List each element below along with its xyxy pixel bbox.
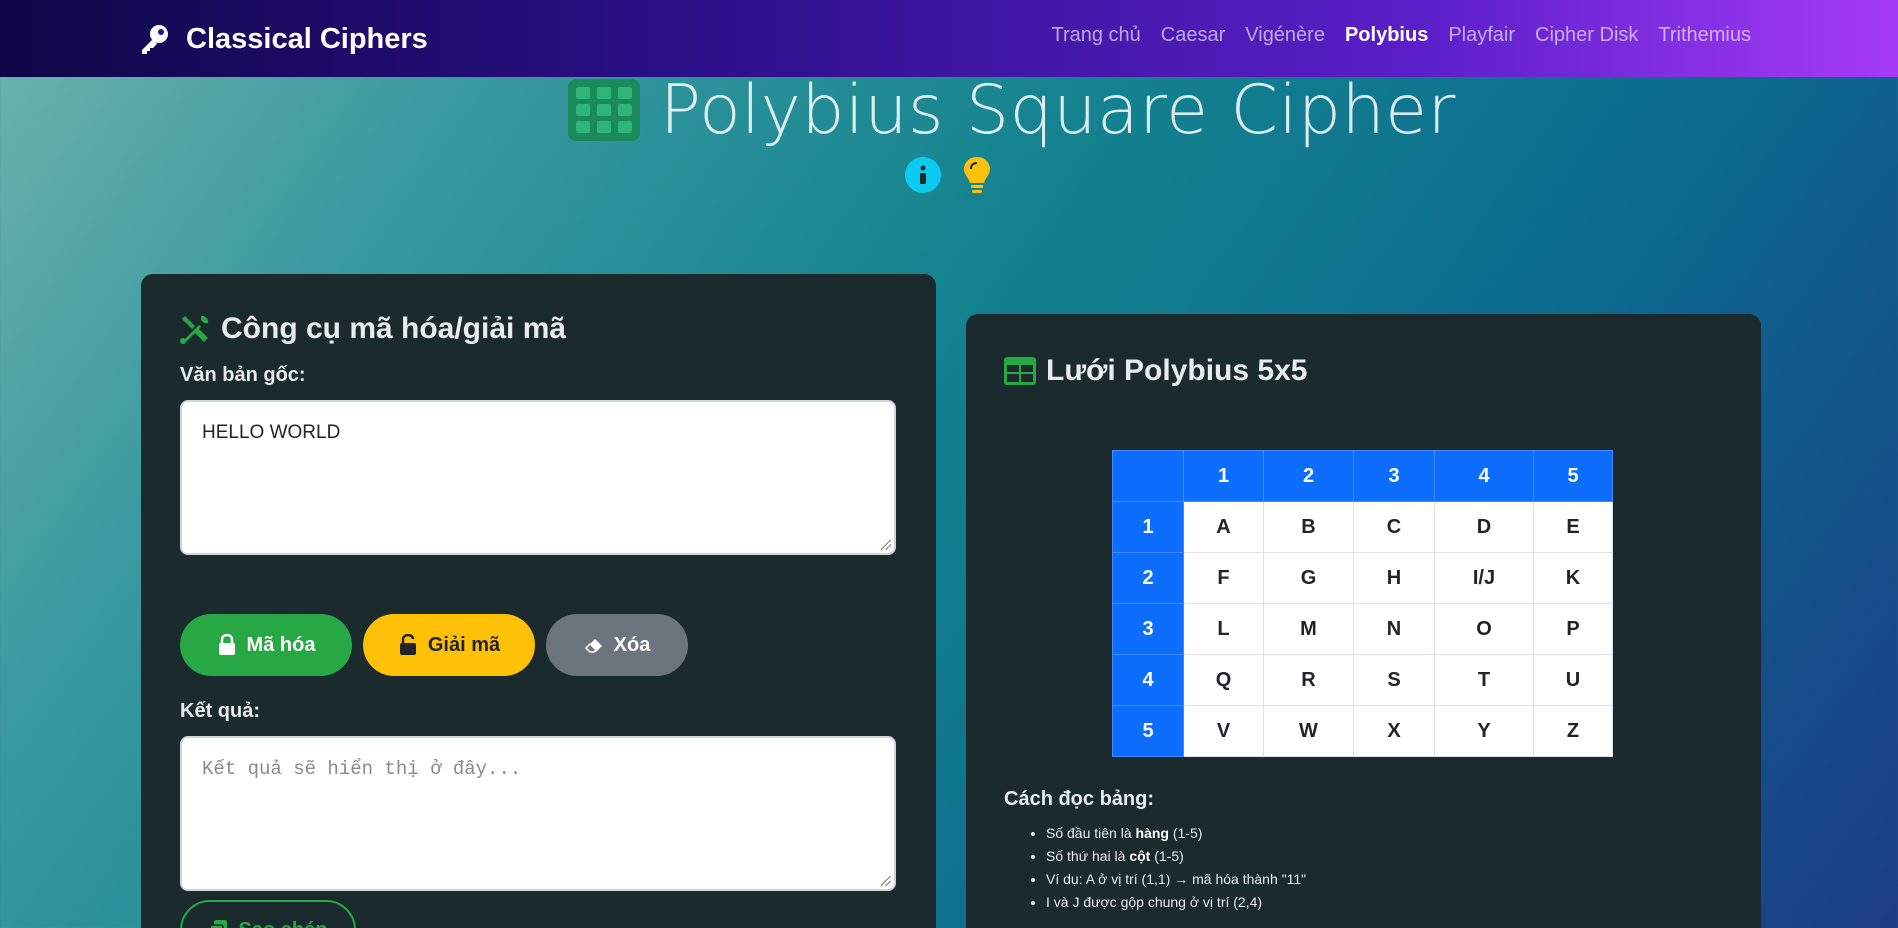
copy-icon (208, 920, 227, 928)
grid-row-header: 3 (1112, 603, 1184, 655)
grid-row-header: 2 (1112, 552, 1184, 604)
encrypt-label: Mã hóa (246, 633, 316, 656)
howto-title: Cách đọc bảng: (1004, 788, 1155, 810)
grid-cell: G (1263, 552, 1354, 604)
grid-cell: U (1533, 654, 1613, 706)
grid-header-row: 1 2 3 4 5 (1112, 450, 1613, 502)
resize-grip[interactable] (881, 540, 891, 550)
grid-cell: W (1263, 705, 1354, 757)
plaintext-value: HELLO WORLD (202, 422, 341, 443)
table-icon (568, 79, 640, 141)
howto-item: Ví dụ: A ở vị trí (1,1) → mã hóa thành "… (1046, 868, 1306, 891)
grid-cell: D (1434, 501, 1534, 553)
grid-cell: Q (1183, 654, 1264, 706)
grid-row: 1 A B C D E (1112, 501, 1613, 553)
nav-links: Trang chủ Caesar Vigénère Polybius Playf… (1051, 24, 1751, 47)
input-label: Văn bản gốc: (180, 364, 306, 386)
grid-cell: M (1263, 603, 1354, 655)
grid-cell: I/J (1434, 552, 1534, 604)
nav-link-trithemius[interactable]: Trithemius (1658, 24, 1751, 47)
tool-title: Công cụ mã hóa/giải mã (179, 312, 566, 346)
grid-cell: E (1533, 501, 1613, 553)
lock-icon (218, 634, 235, 655)
grid-col-header: 3 (1353, 450, 1435, 502)
grid-cell: P (1533, 603, 1613, 655)
tool-title-text: Công cụ mã hóa/giải mã (221, 312, 567, 345)
clear-label: Xóa (613, 633, 651, 656)
result-output[interactable]: Kết quả sẽ hiển thị ở đây... (180, 736, 896, 891)
grid-cell: R (1263, 654, 1354, 706)
grid-col-header: 1 (1183, 450, 1264, 502)
grid-cell: Y (1434, 705, 1534, 757)
brand[interactable]: Classical Ciphers (138, 20, 428, 58)
grid-row: 2 F G H I/J K (1112, 552, 1613, 604)
cipher-tool-card: Công cụ mã hóa/giải mã Văn bản gốc: HELL… (141, 274, 936, 928)
grid-cell: Z (1533, 705, 1613, 757)
grid-cell: F (1183, 552, 1264, 604)
grid-cell: C (1353, 501, 1435, 553)
grid-col-header: 5 (1533, 450, 1613, 502)
encrypt-button[interactable]: Mã hóa (180, 614, 352, 676)
howto-item: I và J được gộp chung ở vị trí (2,4) (1046, 891, 1306, 914)
header-icons (905, 155, 993, 195)
grid-cell: H (1353, 552, 1435, 604)
grid-cell: B (1263, 501, 1354, 553)
result-placeholder: Kết quả sẽ hiển thị ở đây... (202, 758, 522, 780)
plaintext-input[interactable]: HELLO WORLD (180, 400, 896, 555)
grid-title-text: Lưới Polybius 5x5 (1046, 354, 1308, 387)
lightbulb-icon[interactable] (961, 155, 993, 195)
grid-cell: X (1353, 705, 1435, 757)
unlock-icon (399, 634, 416, 655)
nav-link-home[interactable]: Trang chủ (1051, 24, 1140, 47)
grid-col-header: 4 (1434, 450, 1534, 502)
page-title: Polybius Square Cipher (660, 70, 1456, 150)
grid-row-header: 4 (1112, 654, 1184, 706)
tools-icon (180, 315, 209, 344)
grid-cell: T (1434, 654, 1534, 706)
howto-item: Số thứ hai là cột (1-5) (1046, 845, 1306, 868)
resize-grip[interactable] (881, 876, 891, 886)
brand-name: Classical Ciphers (186, 22, 428, 55)
grid-corner (1112, 450, 1184, 502)
grid-table-icon (1004, 357, 1036, 385)
howto-item: Số đầu tiên là hàng (1-5) (1046, 822, 1306, 845)
grid-cell: L (1183, 603, 1264, 655)
nav-link-playfair[interactable]: Playfair (1448, 24, 1515, 47)
key-icon (142, 25, 168, 54)
grid-row-header: 1 (1112, 501, 1184, 553)
page-header: Polybius Square Cipher (568, 70, 1456, 150)
grid-cell: K (1533, 552, 1613, 604)
grid-title: Lưới Polybius 5x5 (1004, 354, 1307, 388)
nav-link-polybius[interactable]: Polybius (1345, 24, 1428, 47)
result-label: Kết quả: (180, 700, 260, 722)
copy-button[interactable]: Sao chép (180, 900, 356, 928)
grid-cell: N (1353, 603, 1435, 655)
grid-row: 5 V W X Y Z (1112, 705, 1613, 757)
nav-link-caesar[interactable]: Caesar (1161, 24, 1225, 47)
howto-list: Số đầu tiên là hàng (1-5) Số thứ hai là … (1046, 822, 1306, 914)
grid-cell: V (1183, 705, 1264, 757)
grid-col-header: 2 (1263, 450, 1354, 502)
nav-link-cipher-disk[interactable]: Cipher Disk (1535, 24, 1638, 47)
grid-cell: O (1434, 603, 1534, 655)
polybius-grid-card: Lưới Polybius 5x5 1 2 3 4 5 1 A B C D E … (966, 314, 1761, 928)
grid-cell: S (1353, 654, 1435, 706)
polybius-grid: 1 2 3 4 5 1 A B C D E 2 F G H I/J K 3 L … (1112, 450, 1613, 757)
decrypt-button[interactable]: Giải mã (363, 614, 535, 676)
navbar: Classical Ciphers Trang chủ Caesar Vigén… (0, 0, 1898, 77)
grid-row: 3 L M N O P (1112, 603, 1613, 655)
decrypt-label: Giải mã (427, 633, 501, 656)
copy-label: Sao chép (239, 919, 328, 928)
info-icon[interactable] (905, 157, 941, 193)
clear-button[interactable]: Xóa (546, 614, 688, 676)
grid-cell: A (1183, 501, 1264, 553)
eraser-icon (584, 639, 602, 653)
grid-row-header: 5 (1112, 705, 1184, 757)
grid-row: 4 Q R S T U (1112, 654, 1613, 706)
nav-link-vigenere[interactable]: Vigénère (1245, 24, 1325, 47)
